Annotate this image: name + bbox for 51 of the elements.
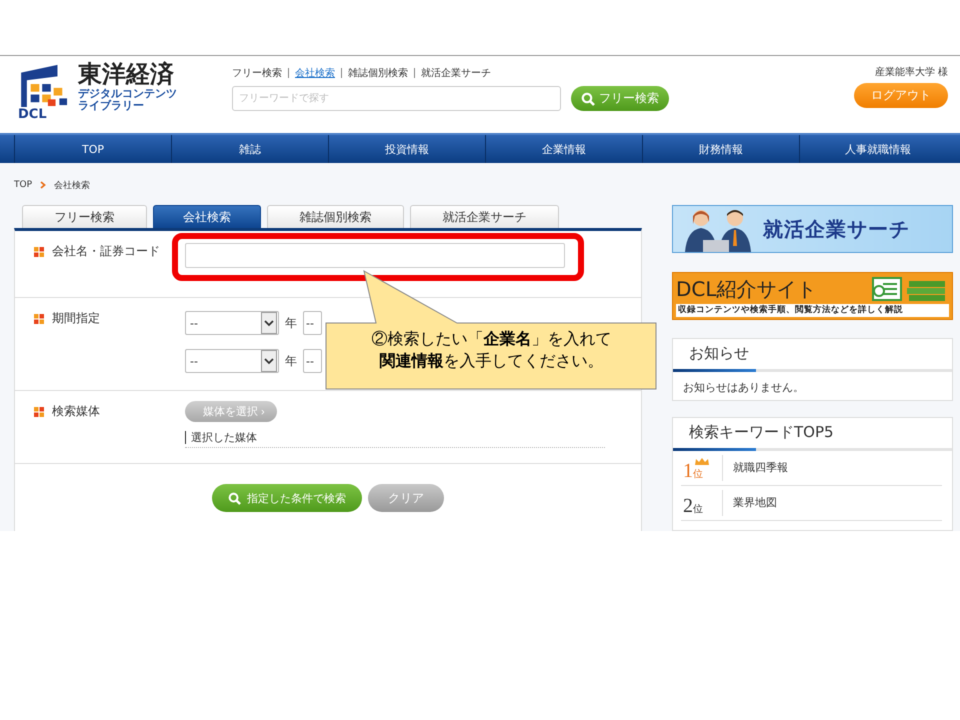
search-icon [228,492,241,504]
year-select[interactable]: -- [185,349,279,373]
notice-message: お知らせはありません。 [683,380,804,394]
dropdown-icon [261,312,277,334]
logo-subtitle: デジタルコンテンツ [78,88,177,100]
search-tab[interactable]: フリー検索 [22,205,147,228]
search-icon [581,92,595,106]
selected-media-text: 選択した媒体 [185,431,257,444]
search-tab[interactable]: 会社検索 [153,205,261,228]
header-link[interactable]: 会社検索 [295,66,335,80]
panel-title: 検索キーワードTOP5 [689,423,834,442]
panel-title: お知らせ [689,344,749,364]
rank-number: 1 [683,460,693,481]
logo-mark-text: DCL [18,108,47,121]
field-label: 検索媒体 [52,403,100,420]
breadcrumb-item: 会社検索 [54,180,90,192]
banner-title: 就活企業サーチ [763,216,910,242]
intro-site-banner[interactable]: DCL紹介サイト 収録コンテンツや検索手順、閲覧方法などを詳しく解説 [672,272,953,320]
field-label: 期間指定 [52,310,100,327]
keyword-link[interactable]: 就職四季報 [733,460,788,476]
banner-title: DCL紹介サイト [676,276,817,302]
bullet-icon [34,406,44,416]
banner-subtitle: 収録コンテンツや検索手順、閲覧方法などを詳しく解説 [676,304,949,317]
job-search-banner[interactable]: 就活企業サーチ [672,205,953,253]
user-name: 産業能率大学 様 [874,66,948,79]
bullet-icon [34,246,44,256]
company-field[interactable] [185,243,565,268]
rank-suffix: 位 [693,504,703,516]
header-link[interactable]: 就活企業サーチ [421,66,491,80]
field-label: 会社名・証券コード [52,243,160,260]
header-link[interactable]: フリー検索 [232,66,282,80]
dropdown-icon [261,350,277,372]
logo-subtitle: ライブラリー [78,100,145,112]
header-link[interactable]: 雑誌個別検索 [348,66,408,80]
keyword-link[interactable]: 業界地図 [733,495,777,510]
chevron-icon [40,181,46,189]
year-unit: 年 [285,352,297,370]
logo-title: 東洋経済 [78,63,175,88]
rank-number: 2 [683,496,693,516]
search-tab[interactable]: 就活企業サーチ [410,205,559,228]
breadcrumb-item[interactable]: TOP [14,180,32,190]
search-field[interactable]: フリーワードで探す [232,86,561,111]
bullet-icon [34,314,44,324]
callout-text: ②検索したい「企業名」を入れて 関連情報を入手してください。 [370,330,612,372]
rank-suffix: 位 [693,468,703,481]
month-select[interactable]: -- [303,349,322,373]
year-unit: 年 [285,314,297,332]
crown-icon [695,458,709,465]
month-select[interactable]: -- [303,311,322,335]
year-select[interactable]: -- [185,311,279,335]
search-tab[interactable]: 雑誌個別検索 [267,205,404,228]
